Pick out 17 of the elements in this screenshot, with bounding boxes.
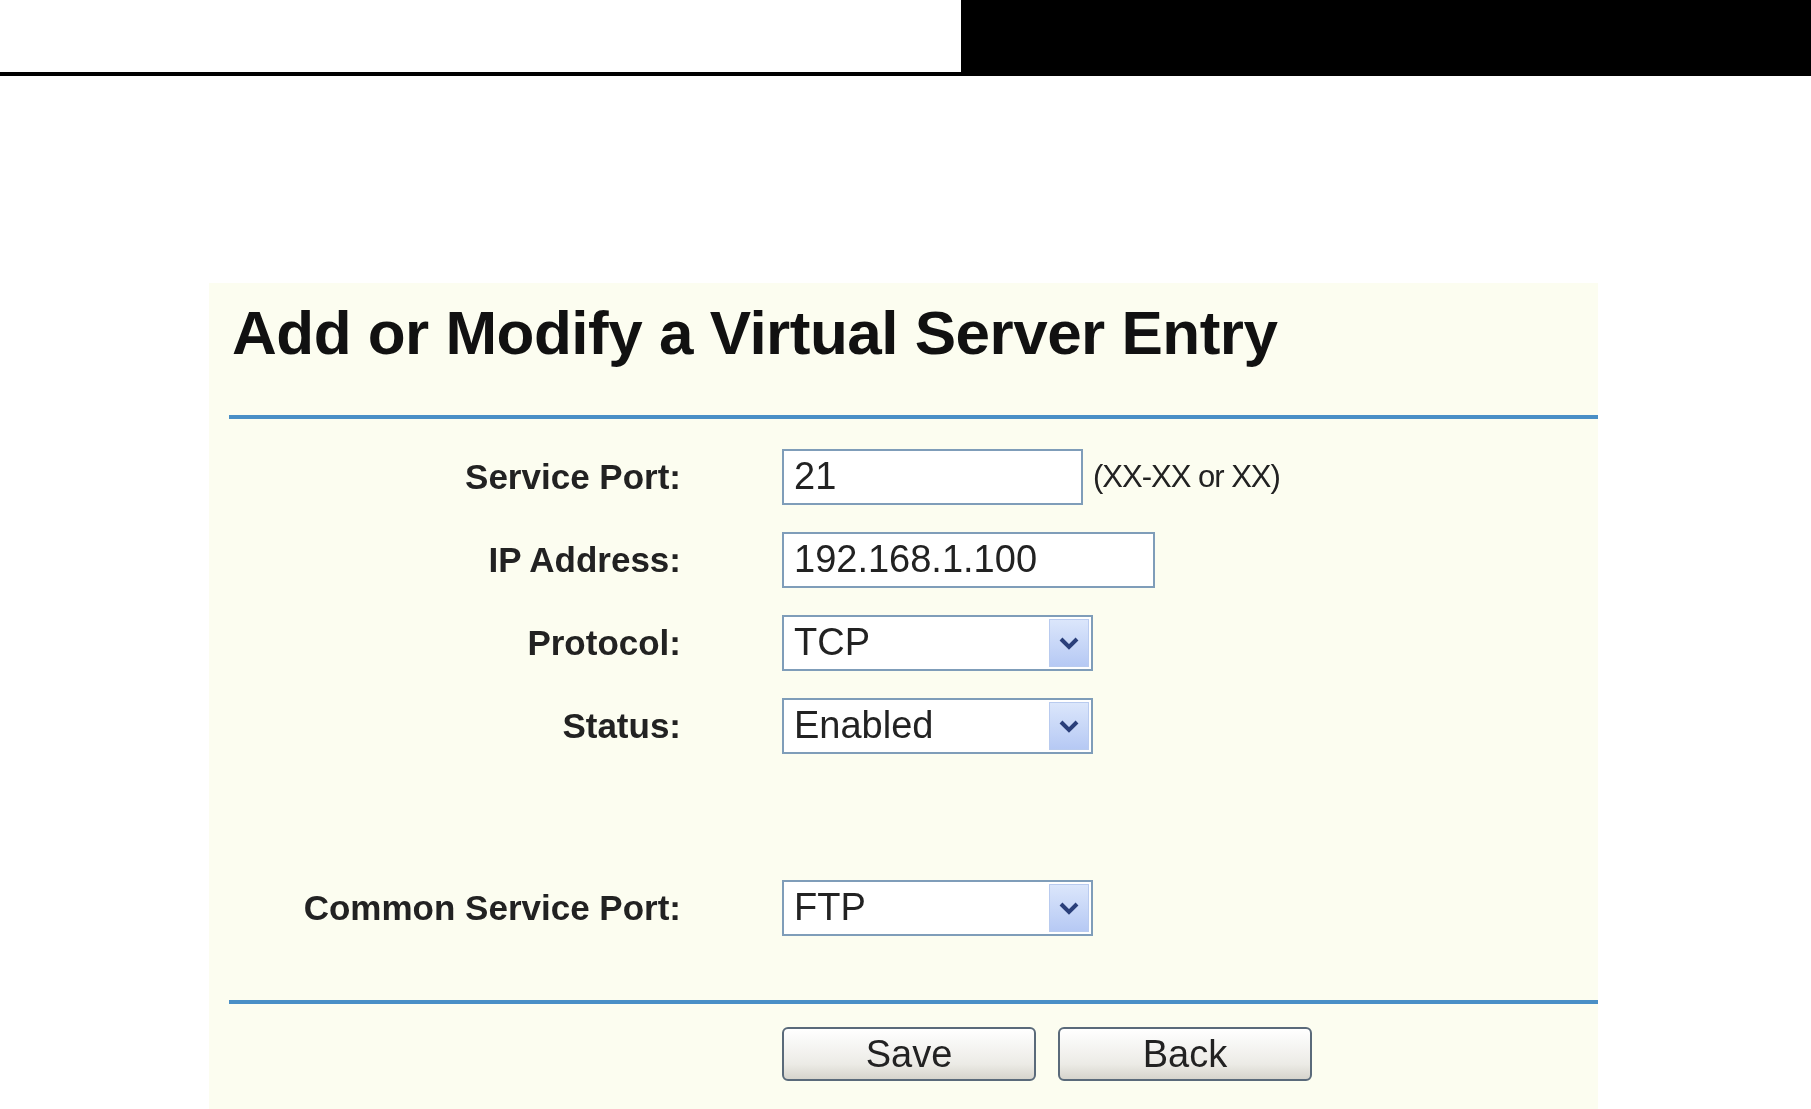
field-label: IP Address: — [488, 539, 681, 580]
dropdown[interactable]: Enabled — [782, 697, 1093, 754]
dropdown[interactable]: FTP — [782, 879, 1093, 936]
field-label: Service Port: — [465, 456, 681, 497]
page-title: Add or Modify a Virtual Server Entry — [232, 301, 1279, 369]
chevron-down-icon — [1058, 635, 1080, 650]
field-label: Common Service Port: — [303, 887, 681, 928]
chevron-down-icon — [1058, 718, 1080, 733]
input-field[interactable]: 21 — [782, 448, 1083, 505]
chevron-down-icon — [1058, 900, 1080, 915]
form-button[interactable]: Save — [782, 1027, 1036, 1081]
field-label: Status: — [562, 705, 681, 746]
field-label: Protocol: — [527, 622, 681, 663]
form-button[interactable]: Back — [1058, 1027, 1312, 1081]
format-hint: (XX-XX or XX) — [1093, 458, 1280, 495]
input-field[interactable]: 192.168.1.100 — [782, 531, 1155, 588]
dropdown[interactable]: TCP — [782, 614, 1093, 671]
